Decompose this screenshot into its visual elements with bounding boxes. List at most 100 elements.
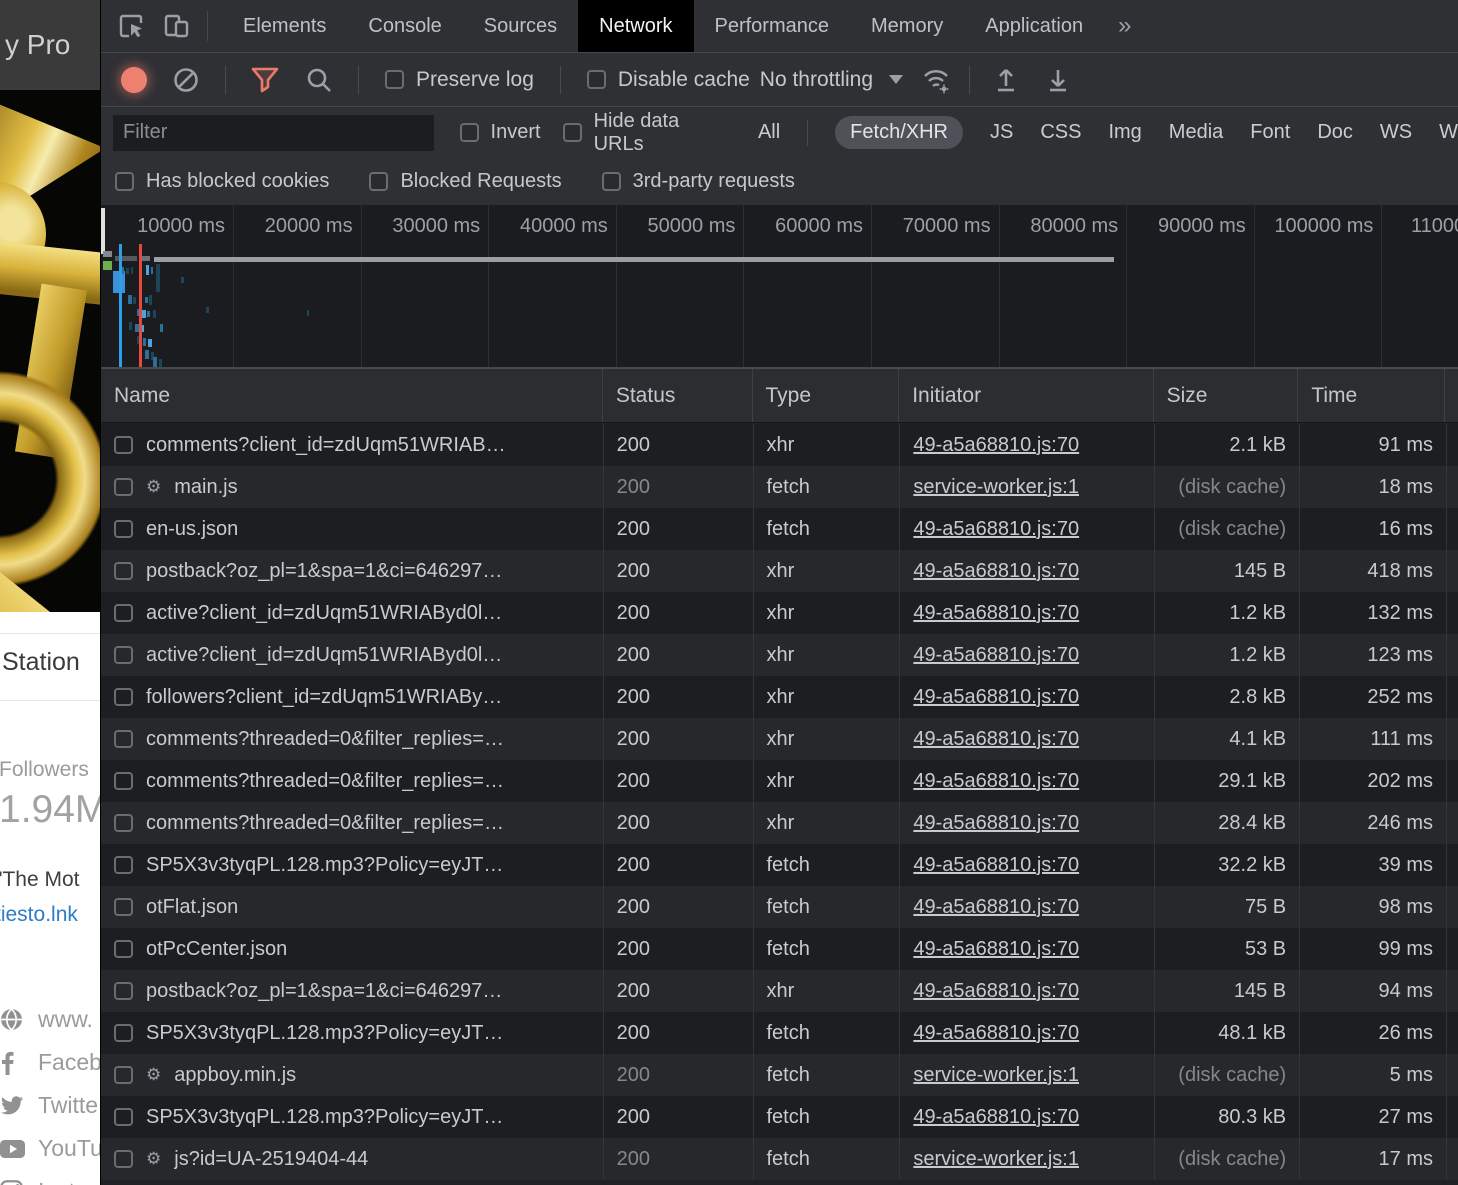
row-checkbox[interactable]: [114, 562, 133, 580]
request-name[interactable]: active?client_id=zdUqm51WRIAByd0l…: [146, 644, 502, 667]
row-checkbox[interactable]: [114, 772, 133, 790]
-rd-party-requests-label[interactable]: 3rd-party requests: [633, 170, 795, 193]
hide-data-urls-label[interactable]: Hide data URLs: [594, 110, 734, 156]
filter-toggle-icon[interactable]: [250, 67, 280, 93]
request-name[interactable]: postback?oz_pl=1&spa=1&ci=646297…: [146, 560, 502, 583]
request-name[interactable]: comments?client_id=zdUqm51WRIAB…: [146, 434, 506, 457]
type-filter-doc[interactable]: Doc: [1317, 121, 1353, 144]
tab-performance[interactable]: Performance: [694, 0, 851, 52]
request-name[interactable]: js?id=UA-2519404-44: [174, 1148, 368, 1171]
export-har-icon[interactable]: [1044, 65, 1072, 95]
throttling-select[interactable]: No throttling: [760, 68, 903, 92]
tab-network[interactable]: Network: [578, 0, 693, 52]
row-checkbox[interactable]: [114, 814, 133, 832]
table-row[interactable]: otFlat.json200fetch49-a5a68810.js:7075 B…: [101, 886, 1458, 928]
type-filter-all[interactable]: All: [758, 121, 780, 144]
type-filter-media[interactable]: Media: [1169, 121, 1223, 144]
invert-checkbox[interactable]: [460, 123, 479, 142]
initiator-link[interactable]: 49-a5a68810.js:70: [913, 1022, 1079, 1045]
row-checkbox[interactable]: [114, 646, 133, 664]
type-filter-font[interactable]: Font: [1250, 121, 1290, 144]
social-link-twitte[interactable]: Twitte: [0, 1084, 100, 1127]
tab-elements[interactable]: Elements: [222, 0, 347, 52]
tab-sources[interactable]: Sources: [463, 0, 578, 52]
request-name[interactable]: comments?threaded=0&filter_replies=…: [146, 770, 504, 793]
table-row[interactable]: SP5X3v3tyqPL.128.mp3?Policy=eyJT…200fetc…: [101, 844, 1458, 886]
table-row[interactable]: en-us.json200fetch49-a5a68810.js:70(disk…: [101, 508, 1458, 550]
tab-application[interactable]: Application: [964, 0, 1104, 52]
column-header-type[interactable]: Type: [753, 369, 900, 422]
has-blocked-cookies-label[interactable]: Has blocked cookies: [146, 170, 329, 193]
table-row[interactable]: otPcCenter.json200fetch49-a5a68810.js:70…: [101, 928, 1458, 970]
request-name[interactable]: SP5X3v3tyqPL.128.mp3?Policy=eyJT…: [146, 1106, 503, 1129]
row-checkbox[interactable]: [114, 436, 133, 454]
clear-icon[interactable]: [171, 65, 201, 95]
network-overview-timeline[interactable]: 10000 ms20000 ms30000 ms40000 ms50000 ms…: [101, 205, 1458, 368]
request-name[interactable]: otPcCenter.json: [146, 938, 287, 961]
row-checkbox[interactable]: [114, 688, 133, 706]
social-link-youtu[interactable]: YouTu: [0, 1127, 100, 1170]
initiator-link[interactable]: 49-a5a68810.js:70: [913, 518, 1079, 541]
disable-cache-checkbox[interactable]: [587, 70, 606, 89]
request-name[interactable]: en-us.json: [146, 518, 238, 541]
type-filter-img[interactable]: Img: [1108, 121, 1141, 144]
row-checkbox[interactable]: [114, 1066, 133, 1084]
has-blocked-cookies-checkbox[interactable]: [115, 172, 134, 191]
table-row[interactable]: postback?oz_pl=1&spa=1&ci=646297…200xhr4…: [101, 970, 1458, 1012]
invert-label[interactable]: Invert: [491, 121, 541, 144]
table-row[interactable]: postback?oz_pl=1&spa=1&ci=646297…200xhr4…: [101, 550, 1458, 592]
request-name[interactable]: followers?client_id=zdUqm51WRIABy…: [146, 686, 502, 709]
type-filter-w[interactable]: W: [1439, 121, 1458, 144]
row-checkbox[interactable]: [114, 604, 133, 622]
request-name[interactable]: main.js: [174, 476, 237, 499]
row-checkbox[interactable]: [114, 1108, 133, 1126]
table-row[interactable]: comments?threaded=0&filter_replies=…200x…: [101, 802, 1458, 844]
table-row[interactable]: ⚙appboy.min.js200fetchservice-worker.js:…: [101, 1054, 1458, 1096]
row-checkbox[interactable]: [114, 478, 133, 496]
import-har-icon[interactable]: [992, 65, 1020, 95]
initiator-link[interactable]: 49-a5a68810.js:70: [913, 560, 1079, 583]
site-topbar-text[interactable]: y Pro: [5, 29, 70, 60]
initiator-link[interactable]: 49-a5a68810.js:70: [913, 728, 1079, 751]
type-filter-js[interactable]: JS: [990, 121, 1013, 144]
request-name[interactable]: SP5X3v3tyqPL.128.mp3?Policy=eyJT…: [146, 854, 503, 877]
request-name[interactable]: postback?oz_pl=1&spa=1&ci=646297…: [146, 980, 502, 1003]
initiator-link[interactable]: 49-a5a68810.js:70: [913, 644, 1079, 667]
record-button[interactable]: [121, 67, 147, 93]
search-icon[interactable]: [304, 65, 334, 95]
initiator-link[interactable]: service-worker.js:1: [913, 1148, 1079, 1171]
tab-memory[interactable]: Memory: [850, 0, 964, 52]
social-link-www[interactable]: www.: [0, 998, 100, 1041]
filter-input[interactable]: [113, 115, 434, 151]
type-filter-ws[interactable]: WS: [1380, 121, 1412, 144]
tab-more[interactable]: »: [1104, 0, 1145, 52]
request-name[interactable]: otFlat.json: [146, 896, 238, 919]
request-name[interactable]: active?client_id=zdUqm51WRIAByd0l…: [146, 602, 502, 625]
station-tab[interactable]: Station: [2, 648, 80, 677]
network-conditions-icon[interactable]: [921, 65, 953, 95]
initiator-link[interactable]: 49-a5a68810.js:70: [913, 896, 1079, 919]
row-checkbox[interactable]: [114, 520, 133, 538]
inspect-element-icon[interactable]: [115, 10, 147, 42]
table-row[interactable]: comments?threaded=0&filter_replies=…200x…: [101, 760, 1458, 802]
request-name[interactable]: comments?threaded=0&filter_replies=…: [146, 728, 504, 751]
row-checkbox[interactable]: [114, 898, 133, 916]
table-row[interactable]: comments?client_id=zdUqm51WRIAB…200xhr49…: [101, 424, 1458, 466]
column-header-initiator[interactable]: Initiator: [899, 369, 1153, 422]
row-checkbox[interactable]: [114, 1024, 133, 1042]
preserve-log-label[interactable]: Preserve log: [416, 68, 534, 92]
table-row[interactable]: ⚙main.js200fetchservice-worker.js:1(disk…: [101, 466, 1458, 508]
social-link-faceb[interactable]: Faceb: [0, 1041, 100, 1084]
initiator-link[interactable]: 49-a5a68810.js:70: [913, 938, 1079, 961]
initiator-link[interactable]: 49-a5a68810.js:70: [913, 602, 1079, 625]
disable-cache-label[interactable]: Disable cache: [618, 68, 750, 92]
initiator-link[interactable]: 49-a5a68810.js:70: [913, 854, 1079, 877]
row-checkbox[interactable]: [114, 856, 133, 874]
initiator-link[interactable]: 49-a5a68810.js:70: [913, 980, 1079, 1003]
request-name[interactable]: comments?threaded=0&filter_replies=…: [146, 812, 504, 835]
initiator-link[interactable]: service-worker.js:1: [913, 1064, 1079, 1087]
column-header-time[interactable]: Time: [1298, 369, 1445, 422]
type-filter-css[interactable]: CSS: [1040, 121, 1081, 144]
column-header-status[interactable]: Status: [603, 369, 753, 422]
row-checkbox[interactable]: [114, 982, 133, 1000]
